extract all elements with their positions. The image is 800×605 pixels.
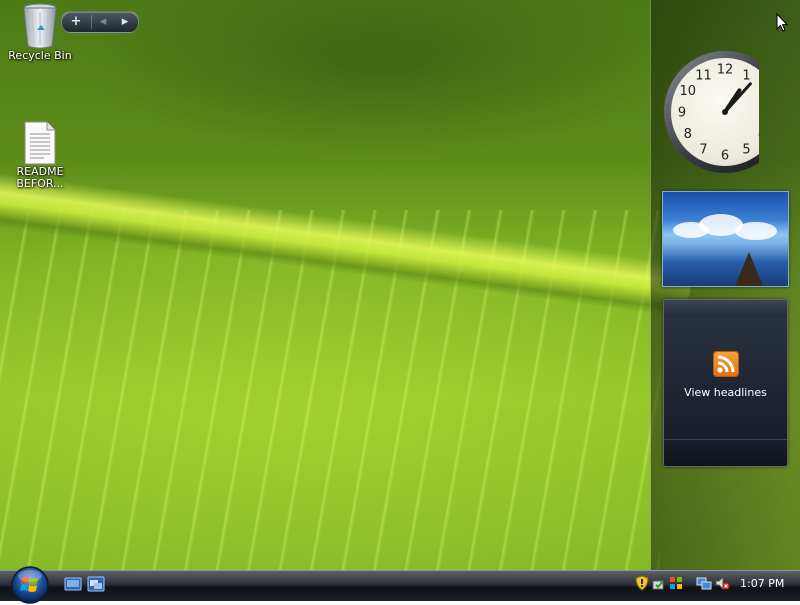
clock-numeral-9: 9 xyxy=(678,106,686,121)
slideshow-gadget[interactable] xyxy=(662,191,789,287)
taskbar-clock[interactable]: 1:07 PM xyxy=(740,577,784,590)
clock-numeral-11: 11 xyxy=(695,68,712,83)
clock-numeral-6: 6 xyxy=(721,149,729,164)
clock-numeral-8: 8 xyxy=(684,127,692,142)
feed-headlines-gadget[interactable]: View headlines xyxy=(663,299,788,467)
recycle-bin-label: Recycle Bin xyxy=(8,49,72,62)
readme-file-shortcut[interactable]: README BEFOR... xyxy=(0,120,80,190)
clock-numeral-7: 7 xyxy=(699,143,707,158)
show-desktop-icon[interactable] xyxy=(64,575,82,593)
clock-numeral-5: 5 xyxy=(742,143,750,158)
slideshow-cloud xyxy=(735,222,777,240)
feed-gadget-header xyxy=(664,300,787,317)
rss-feed-icon xyxy=(713,351,739,377)
windows-flag-tray-icon[interactable] xyxy=(668,575,684,591)
previous-gadget-page-button[interactable]: ◂ xyxy=(92,12,114,32)
readme-file-label: README BEFOR... xyxy=(16,166,64,190)
volume-muted-icon[interactable] xyxy=(714,575,730,591)
quick-launch-toolbar xyxy=(62,575,108,595)
windows-start-orb[interactable] xyxy=(9,565,51,605)
windows-update-icon[interactable] xyxy=(651,575,667,591)
sidebar-controls: + ◂ ▸ xyxy=(61,11,139,33)
text-document-icon xyxy=(24,121,56,165)
network-icon[interactable] xyxy=(696,575,712,591)
feed-gadget-footer xyxy=(664,439,787,466)
add-gadget-button[interactable]: + xyxy=(62,12,90,32)
next-gadget-page-button[interactable]: ▸ xyxy=(114,12,136,32)
recycle-bin-icon xyxy=(23,3,57,49)
clock-numeral-2: 2 xyxy=(758,84,759,99)
clock-numeral-10: 10 xyxy=(680,84,697,99)
view-headlines-label[interactable]: View headlines xyxy=(664,386,787,399)
clock-gadget[interactable]: 121234567891011 xyxy=(663,50,759,174)
clock-numeral-12: 12 xyxy=(717,63,734,78)
security-shield-icon[interactable] xyxy=(634,575,650,591)
switch-windows-icon[interactable] xyxy=(87,575,105,593)
clock-center-pin xyxy=(722,109,728,115)
clock-numeral-1: 1 xyxy=(742,68,750,83)
slideshow-pier xyxy=(735,252,763,286)
clock-numeral-4: 4 xyxy=(758,127,759,142)
mouse-cursor-icon xyxy=(776,13,788,32)
